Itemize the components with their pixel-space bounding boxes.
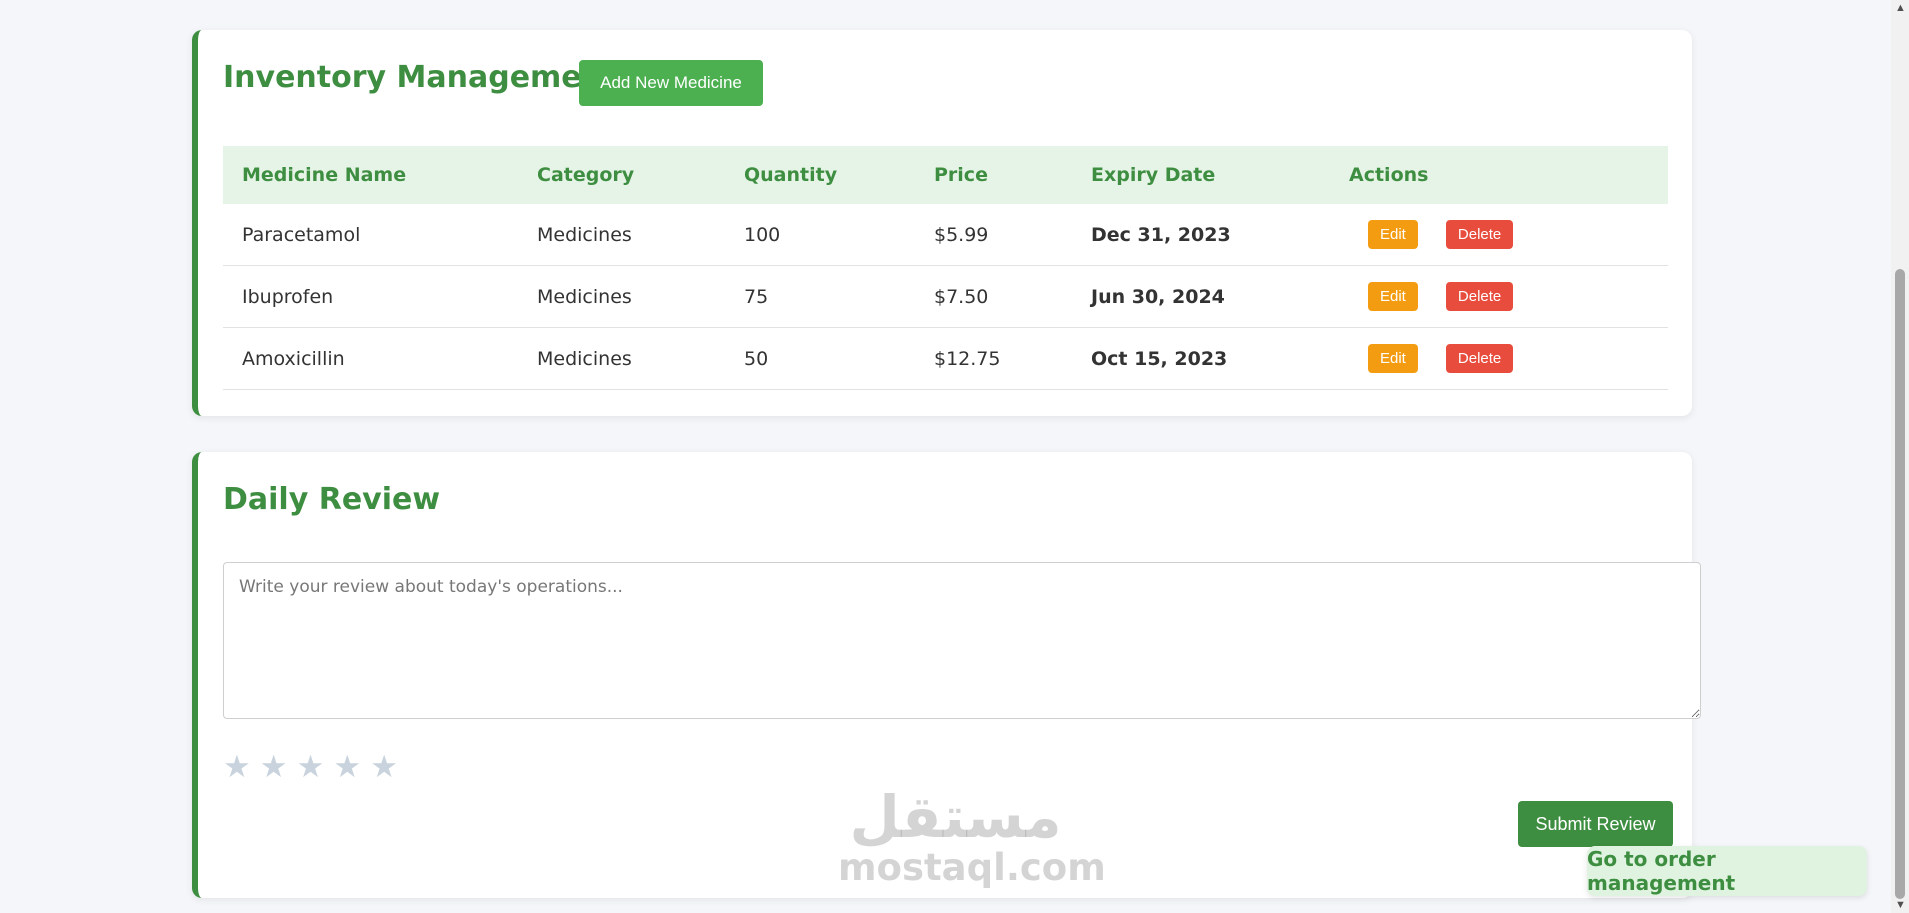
daily-review-card: Daily Review ★ ★ ★ ★ ★ Submit Review xyxy=(192,452,1701,898)
expiry-date-cell: Dec 31, 2023 xyxy=(1072,204,1330,266)
star-rating: ★ ★ ★ ★ ★ xyxy=(223,751,398,782)
medicine-name-cell: Amoxicillin xyxy=(223,327,518,390)
inventory-title: Inventory Management xyxy=(223,60,618,95)
expiry-date-cell: Oct 15, 2023 xyxy=(1072,327,1330,390)
actions-cell: Edit Delete xyxy=(1330,265,1668,328)
column-header-expiry-date: Expiry Date xyxy=(1072,146,1330,204)
actions-cell: Edit Delete xyxy=(1330,204,1668,266)
star-icon[interactable]: ★ xyxy=(223,751,251,782)
price-cell: $7.50 xyxy=(915,265,1072,328)
column-header-medicine-name: Medicine Name xyxy=(223,146,518,204)
price-cell: $5.99 xyxy=(915,204,1072,266)
column-header-price: Price xyxy=(915,146,1072,204)
column-header-actions: Actions xyxy=(1330,146,1668,204)
star-icon[interactable]: ★ xyxy=(370,751,398,782)
inventory-table: Medicine Name Category Quantity Price Ex… xyxy=(223,146,1668,390)
table-row: Paracetamol Medicines 100 $5.99 Dec 31, … xyxy=(223,204,1668,266)
edit-button[interactable]: Edit xyxy=(1368,282,1418,311)
column-header-quantity: Quantity xyxy=(725,146,915,204)
vertical-scrollbar[interactable]: ▲ ▼ xyxy=(1891,0,1909,913)
star-icon[interactable]: ★ xyxy=(260,751,288,782)
submit-review-button[interactable]: Submit Review xyxy=(1518,801,1673,847)
daily-review-title: Daily Review xyxy=(223,482,441,517)
delete-button[interactable]: Delete xyxy=(1445,220,1514,249)
quantity-cell: 100 xyxy=(725,204,915,266)
table-header-row: Medicine Name Category Quantity Price Ex… xyxy=(223,146,1668,204)
table-row: Ibuprofen Medicines 75 $7.50 Jun 30, 202… xyxy=(223,265,1668,328)
edit-button[interactable]: Edit xyxy=(1368,220,1418,249)
add-medicine-button[interactable]: Add New Medicine xyxy=(579,60,763,106)
order-management-link[interactable]: Go to order management xyxy=(1587,846,1867,896)
category-cell: Medicines xyxy=(518,265,725,328)
scroll-up-arrow-icon[interactable]: ▲ xyxy=(1895,2,1906,14)
review-textarea[interactable] xyxy=(223,562,1701,719)
delete-button[interactable]: Delete xyxy=(1445,344,1514,373)
actions-cell: Edit Delete xyxy=(1330,327,1668,390)
scroll-down-arrow-icon[interactable]: ▼ xyxy=(1895,899,1906,911)
quantity-cell: 50 xyxy=(725,327,915,390)
column-header-category: Category xyxy=(518,146,725,204)
category-cell: Medicines xyxy=(518,327,725,390)
category-cell: Medicines xyxy=(518,204,725,266)
inventory-card: Inventory Management Add New Medicine Me… xyxy=(192,30,1692,416)
price-cell: $12.75 xyxy=(915,327,1072,390)
table-row: Amoxicillin Medicines 50 $12.75 Oct 15, … xyxy=(223,327,1668,390)
star-icon[interactable]: ★ xyxy=(333,751,361,782)
edit-button[interactable]: Edit xyxy=(1368,344,1418,373)
expiry-date-cell: Jun 30, 2024 xyxy=(1072,265,1330,328)
scrollbar-thumb[interactable] xyxy=(1895,269,1905,899)
star-icon[interactable]: ★ xyxy=(297,751,325,782)
medicine-name-cell: Paracetamol xyxy=(223,204,518,266)
medicine-name-cell: Ibuprofen xyxy=(223,265,518,328)
quantity-cell: 75 xyxy=(725,265,915,328)
delete-button[interactable]: Delete xyxy=(1445,282,1514,311)
